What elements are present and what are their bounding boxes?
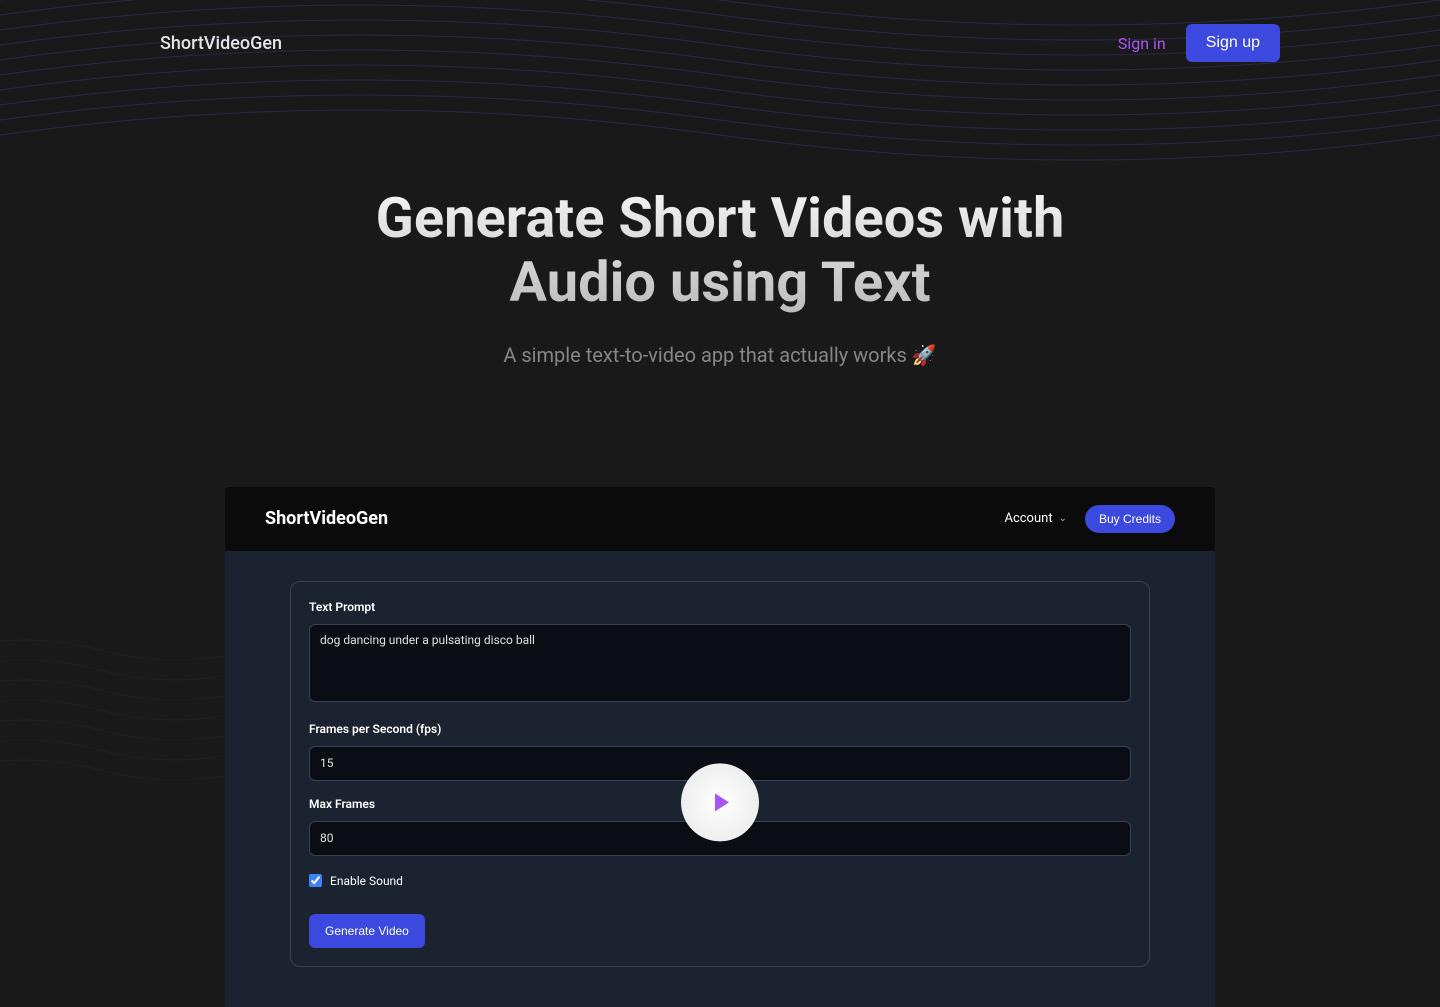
demo-body: Text Prompt Frames per Second (fps) Max … [225, 551, 1215, 1007]
demo-preview: ShortVideoGen Account ⌄ Buy Credits Text… [225, 487, 1215, 1007]
play-icon [715, 793, 729, 811]
fps-label: Frames per Second (fps) [309, 722, 1131, 736]
hero-subtitle: A simple text-to-video app that actually… [0, 343, 1440, 367]
play-button[interactable] [681, 763, 759, 841]
account-label: Account [1004, 511, 1052, 526]
demo-brand-logo: ShortVideoGen [265, 508, 388, 529]
nav-actions: Sign in Sign up [1118, 24, 1280, 62]
generate-video-button[interactable]: Generate Video [309, 914, 425, 948]
prompt-label: Text Prompt [309, 600, 1131, 614]
demo-header: ShortVideoGen Account ⌄ Buy Credits [225, 487, 1215, 551]
enable-sound-label: Enable Sound [330, 874, 403, 888]
prompt-textarea[interactable] [309, 624, 1131, 702]
enable-sound-checkbox[interactable] [309, 874, 322, 887]
signin-link[interactable]: Sign in [1118, 34, 1166, 53]
enable-sound-row: Enable Sound [309, 874, 1131, 888]
chevron-down-icon: ⌄ [1059, 513, 1067, 524]
brand-logo[interactable]: ShortVideoGen [160, 33, 282, 54]
buy-credits-button[interactable]: Buy Credits [1085, 505, 1175, 533]
demo-header-actions: Account ⌄ Buy Credits [1004, 505, 1175, 533]
signup-button[interactable]: Sign up [1186, 24, 1280, 62]
account-dropdown[interactable]: Account ⌄ [1004, 511, 1067, 526]
hero-section: Generate Short Videos with Audio using T… [0, 86, 1440, 367]
main-header: ShortVideoGen Sign in Sign up [0, 0, 1440, 86]
background-waves-bottom [0, 600, 250, 900]
hero-title: Generate Short Videos with Audio using T… [320, 186, 1120, 315]
